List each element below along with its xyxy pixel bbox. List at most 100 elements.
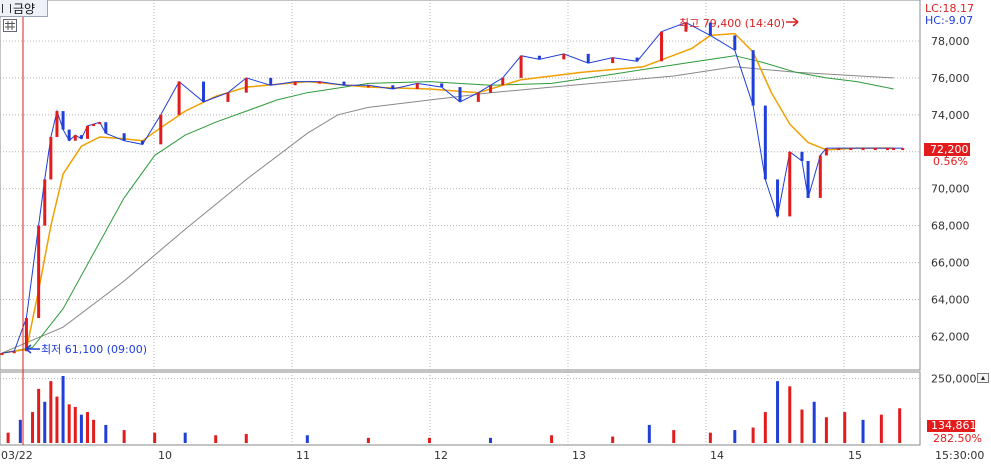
x-tick-label: 11 — [296, 449, 310, 462]
price-line — [0, 21, 905, 356]
volume-bar — [104, 424, 108, 443]
volume-bar — [214, 435, 218, 443]
price-candle — [24, 317, 28, 352]
price-candle — [366, 85, 370, 88]
price-tick-label: 70,000 — [931, 183, 970, 196]
volume-bar — [708, 432, 712, 443]
price-candle — [776, 179, 780, 217]
volume-bar — [85, 412, 89, 443]
price-candle — [159, 114, 163, 145]
volume-bar — [43, 401, 47, 443]
price-candle — [818, 155, 822, 198]
x-tick-label: 14 — [710, 449, 724, 462]
stock-tab[interactable]: 금양 — [0, 0, 48, 17]
price-candle — [415, 83, 419, 89]
price-series-line — [1, 21, 903, 354]
volume-bar — [183, 432, 187, 443]
volume-bar — [366, 437, 370, 443]
price-candle — [43, 179, 47, 226]
high-annotation: 최고 79,400 (14:40) — [679, 17, 785, 30]
price-candle — [586, 53, 590, 64]
price-candle — [98, 122, 102, 125]
volume-bar — [153, 432, 157, 443]
ma120-line — [1, 66, 894, 354]
price-candle — [562, 53, 566, 60]
price-candle — [806, 160, 810, 198]
volume-bar — [550, 435, 554, 443]
price-candle — [104, 122, 108, 134]
price-candle — [177, 81, 181, 115]
price-candle — [202, 81, 206, 102]
x-tick-label: 12 — [434, 449, 448, 462]
volume-panel-frame — [0, 371, 921, 446]
volume-bar — [92, 419, 96, 443]
price-candle — [824, 148, 828, 156]
ma60-line — [1, 55, 894, 354]
price-candle — [391, 85, 395, 89]
volume-bar — [79, 414, 83, 443]
price-candle — [849, 148, 853, 151]
x-tick-label: 15:30:00 — [935, 449, 984, 462]
volume-bar — [861, 419, 865, 443]
price-candle — [489, 85, 493, 93]
price-candle — [318, 81, 322, 84]
price-candle — [293, 81, 297, 86]
price-candle — [892, 148, 896, 151]
volume-bar — [55, 396, 59, 443]
hamburger-icon[interactable] — [2, 3, 11, 13]
price-candle — [12, 351, 16, 354]
price-candle — [49, 136, 53, 180]
volume-bar — [18, 419, 22, 443]
price-candle — [0, 353, 4, 356]
x-tick-label: 15 — [848, 449, 862, 462]
volume-bar — [37, 388, 41, 443]
price-candle — [67, 129, 71, 141]
price-tick-label: 68,000 — [931, 220, 970, 233]
volume-bar — [6, 432, 10, 443]
price-tick-label: 74,000 — [931, 109, 970, 122]
grid-lines — [0, 0, 920, 445]
volume-bar — [672, 430, 676, 443]
x-tick-label: 13 — [572, 449, 586, 462]
price-candle — [61, 111, 65, 130]
high-arrow-icon — [786, 17, 799, 27]
volume-bar — [31, 412, 35, 443]
panel-resize-icon[interactable]: ▴ — [977, 373, 989, 383]
volume-bar — [73, 406, 77, 443]
price-candle — [476, 92, 480, 102]
price-candle — [440, 83, 444, 88]
price-candle — [458, 87, 462, 102]
volume-bar — [812, 401, 816, 443]
price-candle — [611, 57, 615, 64]
price-candle — [226, 92, 230, 102]
volume-tick-label: 250,000 — [931, 373, 977, 386]
volume-bar — [800, 409, 804, 443]
price-tick-label: 66,000 — [931, 257, 970, 270]
volume-bar — [427, 437, 431, 443]
volume-bar — [647, 424, 651, 443]
price-tick-label: 64,000 — [931, 294, 970, 307]
current-volume-tag: 134,861 — [927, 420, 977, 432]
price-candle — [537, 55, 541, 60]
price-candle — [79, 135, 83, 139]
axis-labels: 62,00064,00066,00068,00070,00072,00074,0… — [1, 35, 984, 462]
change-percent: 0.56% — [933, 155, 968, 168]
price-tick-label: 76,000 — [931, 72, 970, 85]
price-candle — [901, 148, 905, 151]
moving-average-lines — [1, 32, 894, 354]
stock-tab-label: 금양 — [13, 1, 36, 16]
volume-bar — [489, 437, 493, 443]
volume-bar — [843, 412, 847, 443]
price-candle — [73, 135, 77, 141]
x-tick-label: 10 — [158, 449, 172, 462]
price-candle — [55, 111, 59, 137]
volume-bar — [49, 381, 53, 443]
price-candle — [501, 77, 505, 86]
price-candle — [733, 35, 737, 51]
volume-bar — [611, 436, 615, 443]
grid-icon[interactable] — [3, 19, 17, 32]
price-candle — [837, 148, 841, 151]
price-chart: 62,00064,00066,00068,00070,00072,00074,0… — [0, 0, 984, 462]
volume-bars — [6, 376, 902, 443]
price-candle — [660, 31, 664, 62]
